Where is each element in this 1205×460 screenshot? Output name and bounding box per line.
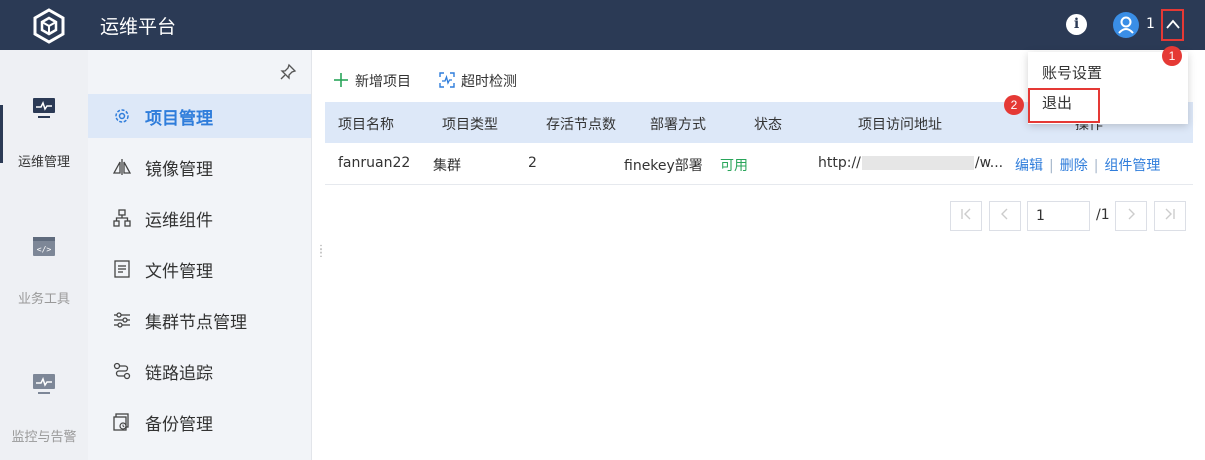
- document-icon: [114, 260, 130, 278]
- pagination: 1 /1: [313, 201, 1205, 231]
- svg-text:</>: </>: [37, 245, 52, 254]
- timeout-check-button[interactable]: 超时检测: [439, 70, 529, 92]
- info-icon[interactable]: i: [1066, 14, 1087, 35]
- edit-link[interactable]: 编辑: [1015, 158, 1043, 174]
- add-project-label: 新增项目: [355, 74, 411, 90]
- sidebar-item-cluster-nodes[interactable]: 集群节点管理: [88, 298, 311, 342]
- monitor-chart-icon: [33, 374, 55, 394]
- gear-icon: [115, 109, 129, 123]
- rail-item-label: 运维管理: [17, 155, 70, 170]
- column-header: 项目类型: [442, 117, 498, 133]
- sidebar-item-label: 运维组件: [145, 211, 213, 231]
- sidebar-item-ops-components[interactable]: 运维组件: [88, 196, 311, 240]
- timeout-check-label: 超时检测: [461, 74, 517, 90]
- cell-alive-nodes: 2: [528, 155, 537, 171]
- page-number-input[interactable]: 1: [1027, 201, 1090, 231]
- app-title: 运维平台: [100, 16, 177, 38]
- delete-link[interactable]: 删除: [1060, 158, 1088, 174]
- prev-page-button[interactable]: [989, 201, 1021, 231]
- sidebar-item-label: 镜像管理: [145, 160, 213, 180]
- last-page-button[interactable]: [1154, 201, 1186, 231]
- org-chart-icon: [113, 209, 131, 227]
- chevron-up-icon: [1166, 19, 1180, 29]
- user-menu-toggle-button[interactable]: [1161, 9, 1184, 41]
- first-page-icon: [961, 208, 971, 220]
- module-rail: 运维管理 </> 业务工具 监控与告警: [0, 50, 88, 460]
- sidebar-item-trace[interactable]: 链路追踪: [88, 349, 311, 393]
- sidebar-item-file-management[interactable]: 文件管理: [88, 247, 311, 291]
- column-header: 项目名称: [338, 117, 394, 133]
- code-window-icon: </>: [33, 237, 55, 256]
- column-header: 项目访问地址: [858, 117, 942, 133]
- sidebar-item-label: 项目管理: [145, 109, 213, 129]
- redacted-address: [861, 156, 974, 170]
- sidebar-menu: 项目管理 镜像管理 运维组件 文件管理 集群节点管理 链路追踪 备份管理: [88, 50, 312, 460]
- table-row: fanruan22 集群 2 finekey部署 可用 http:// /w...…: [325, 143, 1193, 185]
- cell-access-url[interactable]: http:// /w...: [818, 155, 1003, 171]
- trace-icon: [113, 362, 131, 380]
- user-count: 1: [1146, 16, 1155, 32]
- backup-icon: [113, 413, 129, 431]
- logout-menu-item[interactable]: 退出: [1042, 92, 1072, 113]
- sidebar-item-label: 文件管理: [145, 262, 213, 282]
- sidebar-item-project-management[interactable]: 项目管理: [88, 94, 311, 138]
- sliders-icon: [114, 312, 130, 328]
- sidebar-item-backup[interactable]: 备份管理: [88, 400, 311, 444]
- url-suffix: /w...: [974, 155, 1004, 171]
- rail-item-label: 业务工具: [17, 292, 70, 307]
- cell-deploy-method: finekey部署: [624, 158, 703, 174]
- add-project-button[interactable]: 新增项目: [333, 70, 419, 92]
- action-separator: |: [1093, 158, 1099, 174]
- page-total: /1: [1096, 207, 1110, 223]
- last-page-icon: [1165, 208, 1175, 220]
- component-management-link[interactable]: 组件管理: [1104, 158, 1160, 174]
- annotation-badge-1: 1: [1162, 46, 1182, 66]
- column-header: 存活节点数: [546, 117, 616, 133]
- cell-project-type: 集群: [433, 158, 461, 174]
- chevron-left-icon: [1001, 208, 1008, 220]
- rail-item-ops[interactable]: 运维管理: [0, 97, 88, 207]
- rail-item-label: 监控与告警: [11, 430, 77, 445]
- user-avatar-icon[interactable]: [1113, 12, 1139, 38]
- first-page-button[interactable]: [950, 201, 982, 231]
- cell-actions: 编辑 | 删除 | 组件管理: [1015, 155, 1160, 175]
- annotation-badge-2: 2: [1004, 95, 1024, 115]
- monitor-icon: [33, 98, 55, 118]
- column-header: 部署方式: [650, 117, 706, 133]
- scan-wave-icon: [439, 72, 455, 88]
- cell-status: 可用: [720, 158, 748, 174]
- sidebar-item-label: 链路追踪: [145, 364, 213, 384]
- url-prefix: http://: [818, 155, 861, 171]
- app-logo-icon: [33, 8, 65, 44]
- chevron-right-icon: [1128, 208, 1135, 220]
- plus-icon: [334, 73, 348, 87]
- cell-project-name: fanruan22: [338, 155, 411, 171]
- rail-item-tools[interactable]: </> 业务工具: [0, 236, 88, 346]
- sidebar-item-label: 集群节点管理: [145, 313, 247, 333]
- top-bar: 运维平台 i 1: [0, 0, 1205, 50]
- mirror-icon: [113, 159, 131, 175]
- account-settings-menu-item[interactable]: 账号设置: [1042, 62, 1102, 83]
- pin-icon[interactable]: [278, 62, 298, 82]
- next-page-button[interactable]: [1115, 201, 1147, 231]
- sidebar-item-label: 备份管理: [145, 415, 213, 435]
- sidebar-item-image-management[interactable]: 镜像管理: [88, 145, 311, 189]
- column-header: 状态: [754, 117, 782, 133]
- rail-item-monitoring[interactable]: 监控与告警: [0, 373, 88, 460]
- action-separator: |: [1049, 158, 1054, 174]
